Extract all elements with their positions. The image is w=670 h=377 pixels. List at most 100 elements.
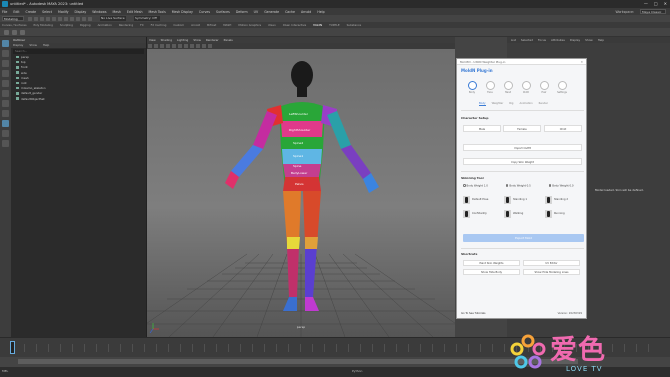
menu-generate[interactable]: Generate bbox=[264, 10, 279, 14]
right-panel-tab[interactable]: List bbox=[511, 38, 516, 42]
menu-file[interactable]: File bbox=[2, 10, 7, 14]
viewport-menu-show[interactable]: Show bbox=[193, 38, 201, 42]
minimize-button[interactable]: — bbox=[644, 1, 648, 6]
right-panel-tab[interactable]: Display bbox=[570, 38, 580, 42]
menu-surfaces[interactable]: Surfaces bbox=[216, 10, 230, 14]
layout-two-icon[interactable] bbox=[2, 130, 9, 137]
menu-mesh-tools[interactable]: Mesh Tools bbox=[149, 10, 166, 14]
plugin-tab-animation[interactable]: Animation bbox=[519, 102, 532, 106]
pose-option[interactable]: Running bbox=[545, 209, 581, 218]
shelf-tool-icon[interactable] bbox=[4, 30, 9, 35]
viewport-menu-panels[interactable]: Panels bbox=[224, 38, 233, 42]
snap-grid-icon[interactable] bbox=[76, 16, 80, 21]
mode-cloth[interactable]: Cloth bbox=[521, 81, 531, 94]
shelf-tool-icon[interactable] bbox=[20, 30, 25, 35]
shelf-tab-custom[interactable]: Custom bbox=[173, 23, 184, 27]
menu-edit-mesh[interactable]: Edit Mesh bbox=[127, 10, 143, 14]
shelf-tab-turtle[interactable]: TURTLE bbox=[329, 23, 340, 27]
range-bar[interactable] bbox=[18, 359, 578, 364]
redo-icon[interactable] bbox=[52, 16, 56, 21]
image-plane-icon[interactable] bbox=[160, 44, 164, 48]
tutorials-link[interactable]: Go To See Tutorials bbox=[461, 312, 486, 315]
menu-curves[interactable]: Curves bbox=[199, 10, 210, 14]
grid-icon[interactable] bbox=[166, 44, 170, 48]
pose-option[interactable]: Walking bbox=[504, 209, 540, 218]
copy-skin-weight-button[interactable]: Copy Skin Weight bbox=[463, 158, 582, 165]
shelf-tab-xgen[interactable]: XGen bbox=[268, 23, 276, 27]
close-icon[interactable]: ✕ bbox=[581, 59, 583, 65]
shelf-tab-fx[interactable]: FX bbox=[140, 23, 144, 27]
workspace-dropdown[interactable]: Maya Classic bbox=[640, 9, 666, 14]
snap-curve-icon[interactable] bbox=[82, 16, 86, 21]
smooth-shade-icon[interactable] bbox=[178, 44, 182, 48]
bookmark-icon[interactable] bbox=[154, 44, 158, 48]
menu-mesh-display[interactable]: Mesh Display bbox=[172, 10, 193, 14]
radio-body-weight-05[interactable]: Body Weight 0.5 bbox=[505, 184, 531, 187]
wireframe-icon[interactable] bbox=[172, 44, 176, 48]
open-scene-icon[interactable] bbox=[34, 16, 38, 21]
new-scene-icon[interactable] bbox=[28, 16, 32, 21]
menu-deform[interactable]: Deform bbox=[236, 10, 248, 14]
xray-icon[interactable] bbox=[208, 44, 212, 48]
male-button[interactable]: Male bbox=[463, 125, 501, 132]
pose-option[interactable]: Confidently bbox=[463, 209, 499, 218]
menu-uv[interactable]: UV bbox=[254, 10, 259, 14]
live-surface-field[interactable]: No Live Surface bbox=[100, 16, 126, 21]
mode-face[interactable]: Face bbox=[485, 81, 495, 94]
python-label[interactable]: Python bbox=[352, 369, 362, 373]
show-hide-body-button[interactable]: Show Hide Body bbox=[463, 269, 520, 275]
outliner-menu-show[interactable]: Show bbox=[29, 43, 37, 48]
mel-label[interactable]: MEL bbox=[2, 369, 8, 373]
layout-persp-outliner-icon[interactable] bbox=[2, 120, 9, 127]
mode-hand[interactable]: Hand bbox=[503, 81, 513, 94]
shelf-tab-animation[interactable]: Animation bbox=[98, 23, 112, 27]
plugin-tab-body[interactable]: Body bbox=[479, 102, 486, 106]
outliner-menu-display[interactable]: Display bbox=[13, 43, 23, 48]
rotate-tool-icon[interactable] bbox=[2, 80, 9, 87]
right-panel-tab[interactable]: Show bbox=[585, 38, 593, 42]
search-icon[interactable] bbox=[2, 140, 9, 147]
pose-option[interactable]: Standing 1 bbox=[504, 195, 540, 204]
shelf-tab-substance[interactable]: Substance bbox=[347, 23, 362, 27]
viewport-menu-renderer[interactable]: Renderer bbox=[206, 38, 219, 42]
paint-skin-weights-button[interactable]: Paint Skin Weights bbox=[463, 260, 520, 266]
shelf-tab-rigging[interactable]: Rigging bbox=[80, 23, 91, 27]
isolate-icon[interactable] bbox=[202, 44, 206, 48]
menu-set-dropdown[interactable]: Modeling bbox=[2, 16, 24, 21]
lasso-tool-icon[interactable] bbox=[2, 50, 9, 57]
mode-hair[interactable]: Hair bbox=[539, 81, 549, 94]
mode-body[interactable]: Body bbox=[467, 81, 477, 94]
select-component-icon[interactable] bbox=[70, 16, 74, 21]
menu-select[interactable]: Select bbox=[42, 10, 52, 14]
show-hide-modeling-lines-button[interactable]: Show Hide Modeling Lines bbox=[523, 269, 580, 275]
import-outfit-button[interactable]: Import Outfit bbox=[463, 144, 582, 151]
export-mold-button[interactable]: Export Mold bbox=[463, 234, 584, 242]
plugin-tab-weighter[interactable]: Weighter bbox=[492, 102, 504, 106]
save-scene-icon[interactable] bbox=[40, 16, 44, 21]
outliner-menu-help[interactable]: Help bbox=[43, 43, 49, 48]
close-button[interactable]: ✕ bbox=[664, 1, 667, 6]
snap-point-icon[interactable] bbox=[88, 16, 92, 21]
menu-windows[interactable]: Windows bbox=[92, 10, 106, 14]
pose-option[interactable]: Standing 2 bbox=[545, 195, 581, 204]
right-panel-tab[interactable]: Selected bbox=[521, 38, 533, 42]
layout-four-icon[interactable] bbox=[2, 110, 9, 117]
viewport-menu-lighting[interactable]: Lighting bbox=[177, 38, 188, 42]
shelf-tab-bifrost[interactable]: Bifrost bbox=[207, 23, 216, 27]
menu-create[interactable]: Create bbox=[26, 10, 37, 14]
viewport-menu-shading[interactable]: Shading bbox=[161, 38, 172, 42]
plugin-tab-rig[interactable]: Rig bbox=[509, 102, 513, 106]
shelf-tab-sculpting[interactable]: Sculpting bbox=[60, 23, 73, 27]
perspective-viewport[interactable]: LeftShoulder RightShoulder Spine2 Spine1… bbox=[147, 49, 455, 337]
camera-attributes-icon[interactable] bbox=[148, 44, 152, 48]
maximize-button[interactable]: □ bbox=[654, 1, 658, 6]
shelf-tool-icon[interactable] bbox=[12, 30, 17, 35]
viewport-menu-view[interactable]: View bbox=[149, 38, 156, 42]
right-panel-tab[interactable]: Focus bbox=[538, 38, 546, 42]
menu-arnold[interactable]: Arnold bbox=[301, 10, 311, 14]
radio-body-weight-1[interactable]: Body Weight 1.0 bbox=[463, 184, 488, 187]
shelf-tab-motion-graphics[interactable]: Motion Graphics bbox=[238, 23, 261, 27]
shelf-tab-rendering[interactable]: Rendering bbox=[119, 23, 133, 27]
female-button[interactable]: Female bbox=[503, 125, 541, 132]
playhead[interactable] bbox=[10, 341, 15, 354]
